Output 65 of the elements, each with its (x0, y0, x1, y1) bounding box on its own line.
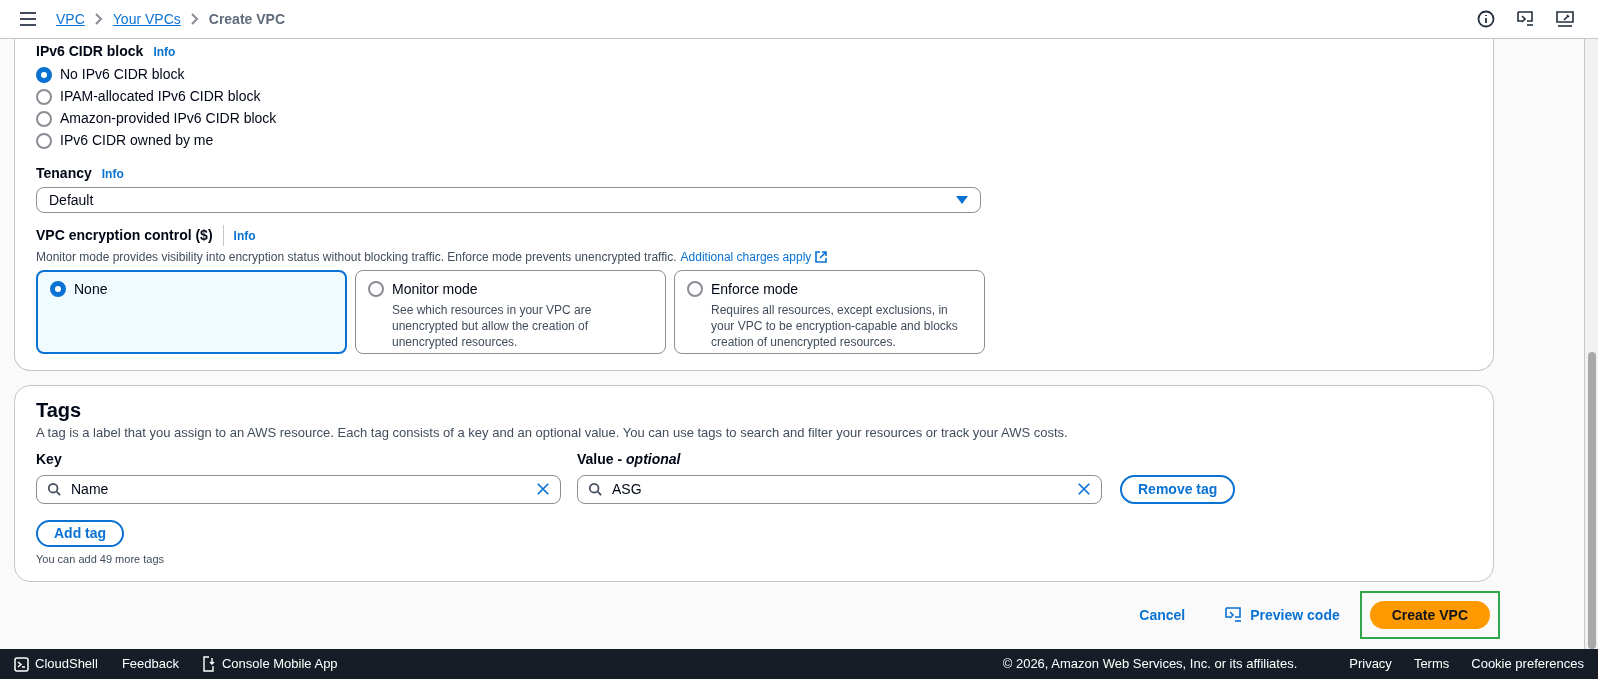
section-description: A tag is a label that you assign to an AWS resource. Each tag consists of a key and an optional value. You can use tags to search and filter your resources or track your AWS costs. (36, 424, 1069, 442)
search-icon (588, 482, 602, 496)
external-link[interactable]: Additional charges apply (680, 248, 828, 266)
info-link[interactable]: Info (101, 164, 124, 183)
info-link[interactable]: Info (233, 226, 256, 245)
option-description: Requires all resources, except exclusions, in your VPC to be encryption-capable and blocks creation of unencrypted resources. (711, 302, 959, 350)
radio-label: No IPv6 CIDR block (60, 65, 185, 84)
option-description: See which resources in your VPC are unencrypted but allow the creation of unencrypted resources. (392, 302, 593, 350)
footer-link[interactable]: Feedback (121, 654, 179, 674)
radio-button[interactable] (36, 110, 52, 127)
option-title: Enforce mode (711, 280, 800, 299)
footer-link[interactable]: Terms (1413, 654, 1450, 674)
footer-link[interactable]: Cookie preferences (1471, 654, 1584, 674)
terminal-icon (14, 656, 29, 672)
tenancy-select[interactable]: Default (36, 187, 981, 213)
cancel-link[interactable]: Cancel (1139, 604, 1186, 626)
section-title: Tags (36, 398, 83, 422)
remove-tag-button[interactable]: Remove tag (1120, 474, 1236, 504)
menu-icon[interactable] (20, 12, 36, 26)
radio-label: IPAM-allocated IPv6 CIDR block (60, 87, 261, 106)
caret-down-icon (956, 196, 968, 204)
close-icon[interactable] (536, 482, 550, 496)
close-icon[interactable] (1077, 482, 1091, 496)
chevron-right-icon (190, 13, 199, 25)
radio-button[interactable] (36, 88, 52, 105)
footer-link[interactable]: CloudShell (14, 654, 98, 674)
option-card[interactable]: Enforce mode Requires all resources, except exclusions, in your VPC to be encryption-capable and blocks creation of unencrypted resources. (674, 270, 985, 354)
field-label: VPC encryption control ($) (36, 225, 224, 246)
radio-button[interactable] (368, 281, 384, 297)
option-card[interactable]: None (36, 270, 347, 354)
key-input[interactable]: Name (36, 474, 561, 504)
field-description: Monitor mode provides visibility into encryption status without blocking traffic. Enforce mode prevents unencrypted traffic. (36, 249, 677, 266)
search-icon (47, 482, 61, 496)
radio-label: IPv6 CIDR owned by me (60, 131, 214, 150)
hint-text: You can add 49 more tags (36, 551, 166, 567)
field-label: IPv6 CIDR block (36, 42, 144, 61)
footer-link[interactable]: Console Mobile App (202, 654, 338, 674)
breadcrumb-link[interactable]: Your VPCs (112, 8, 181, 30)
radio-label: Amazon-provided IPv6 CIDR block (60, 109, 277, 128)
info-link[interactable]: Info (153, 42, 176, 61)
radio-button[interactable] (36, 132, 52, 149)
option-title: None (74, 280, 108, 299)
radio-button[interactable] (36, 66, 52, 83)
copyright-text: © 2026, Amazon Web Services, Inc. or its affiliates. (1002, 655, 1298, 674)
breadcrumb-link[interactable]: VPC (56, 8, 85, 30)
terminal-screen-icon (1517, 11, 1534, 27)
field-label: Key (36, 449, 63, 469)
terminal-screen-icon (1225, 607, 1243, 623)
phone-download-icon (202, 656, 216, 672)
footer-link[interactable]: Privacy (1349, 654, 1392, 674)
field-label: Value - optional (577, 449, 681, 469)
option-card[interactable]: Monitor mode See which resources in your VPC are unencrypted but allow the creation of unencrypted resources. (355, 270, 666, 354)
preview-code-link[interactable]: Preview code (1225, 604, 1340, 626)
create-vpc-button[interactable]: Create VPC (1369, 601, 1490, 629)
breadcrumb-current: Create VPC (208, 9, 286, 29)
monitor-tool-icon[interactable] (1556, 10, 1574, 28)
value-input[interactable]: ASG (577, 474, 1102, 504)
field-label: Tenancy (36, 164, 92, 183)
radio-button[interactable] (687, 281, 703, 297)
external-link-icon (815, 251, 828, 263)
chevron-right-icon (94, 13, 103, 25)
option-title: Monitor mode (392, 280, 479, 299)
info-icon[interactable] (1477, 10, 1495, 28)
radio-button[interactable] (50, 281, 66, 297)
add-tag-button[interactable]: Add tag (36, 519, 125, 547)
